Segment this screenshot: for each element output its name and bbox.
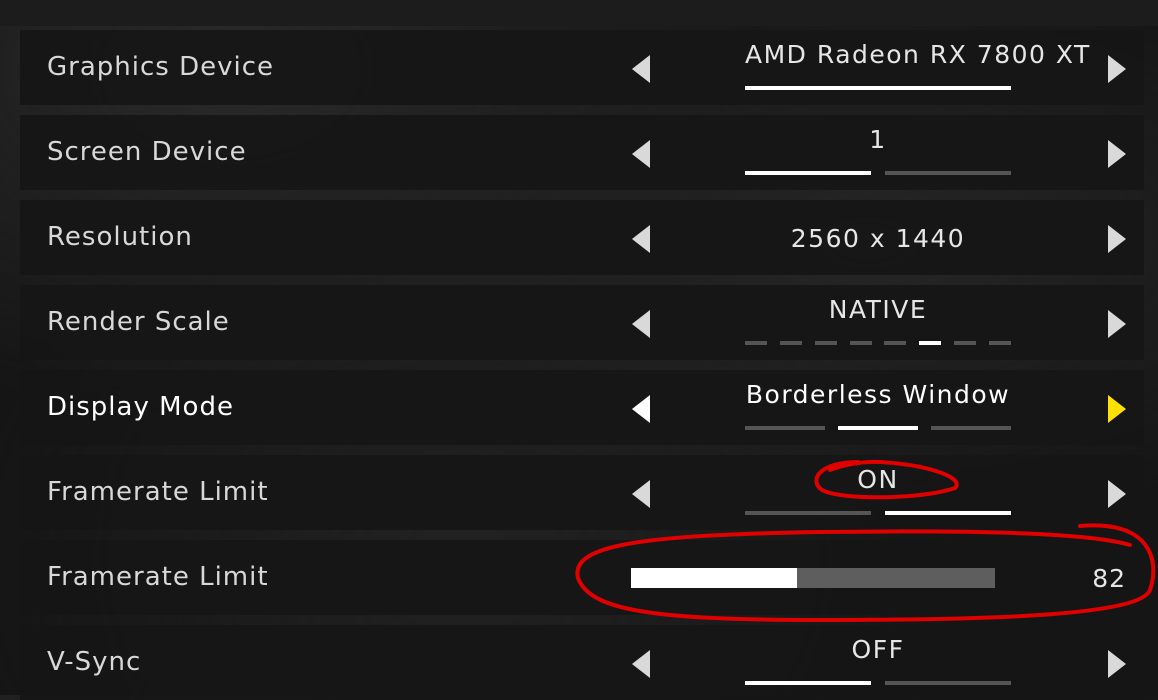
- setting-label: Graphics Device: [47, 52, 274, 82]
- setting-label: Screen Device: [47, 137, 247, 167]
- arrow-left-icon[interactable]: [632, 140, 650, 168]
- arrow-right-icon[interactable]: [1108, 310, 1126, 338]
- setting-value: 2560 x 1440: [790, 224, 966, 253]
- indicator-segment: [838, 426, 918, 430]
- indicator-segment: [745, 681, 871, 685]
- setting-value: ON: [857, 465, 899, 494]
- setting-row-render-scale[interactable]: Render Scale NATIVE: [20, 285, 1144, 360]
- option-indicator: [745, 511, 1011, 515]
- indicator-segment: [988, 341, 1011, 345]
- setting-row-display-mode[interactable]: Display Mode Borderless Window: [20, 370, 1144, 445]
- indicator-segment: [745, 341, 767, 345]
- option-indicator: [745, 681, 1011, 685]
- setting-label: Render Scale: [47, 307, 230, 337]
- indicator-segment: [745, 426, 825, 430]
- setting-value: 1: [869, 125, 887, 154]
- setting-row-v-sync[interactable]: V-Sync OFF: [20, 625, 1144, 700]
- indicator-segment: [884, 341, 907, 345]
- arrow-left-icon[interactable]: [632, 310, 650, 338]
- arrow-right-icon[interactable]: [1108, 395, 1126, 423]
- indicator-segment: [885, 171, 1011, 175]
- setting-label: Resolution: [47, 222, 193, 252]
- setting-label: Display Mode: [47, 392, 234, 422]
- setting-label: Framerate Limit: [47, 562, 269, 592]
- slider-fill: [631, 568, 797, 588]
- setting-row-framerate-limit-toggle[interactable]: Framerate Limit ON: [20, 455, 1144, 530]
- indicator-segment: [919, 341, 942, 345]
- arrow-right-icon[interactable]: [1108, 55, 1126, 83]
- setting-value: OFF: [851, 635, 905, 664]
- setting-value: Borderless Window: [745, 380, 1011, 409]
- setting-row-graphics-device[interactable]: Graphics Device AMD Radeon RX 7800 XT: [20, 30, 1144, 105]
- arrow-left-icon[interactable]: [632, 650, 650, 678]
- arrow-right-icon[interactable]: [1108, 480, 1126, 508]
- arrow-right-icon[interactable]: [1108, 650, 1126, 678]
- setting-row-resolution[interactable]: Resolution 2560 x 1440: [20, 200, 1144, 275]
- setting-label: V-Sync: [47, 647, 142, 677]
- indicator-segment: [745, 86, 1011, 90]
- setting-row-framerate-limit-slider[interactable]: Framerate Limit 82: [20, 540, 1144, 615]
- indicator-segment: [885, 511, 1011, 515]
- arrow-left-icon[interactable]: [632, 55, 650, 83]
- indicator-segment: [885, 681, 1011, 685]
- indicator-segment: [745, 511, 871, 515]
- arrow-left-icon[interactable]: [632, 480, 650, 508]
- indicator-segment: [745, 171, 871, 175]
- indicator-segment: [931, 426, 1011, 430]
- indicator-segment: [849, 341, 872, 345]
- setting-value: NATIVE: [828, 295, 928, 324]
- indicator-segment: [779, 341, 802, 345]
- option-indicator: [745, 86, 1011, 90]
- option-indicator: [745, 426, 1011, 430]
- arrow-right-icon[interactable]: [1108, 140, 1126, 168]
- setting-label: Framerate Limit: [47, 477, 269, 507]
- arrow-left-icon[interactable]: [632, 395, 650, 423]
- arrow-right-icon[interactable]: [1108, 225, 1126, 253]
- top-strip: [0, 0, 1158, 26]
- option-indicator: [745, 341, 1011, 345]
- setting-value: AMD Radeon RX 7800 XT: [745, 40, 1091, 69]
- setting-row-screen-device[interactable]: Screen Device 1: [20, 115, 1144, 190]
- framerate-slider[interactable]: [631, 568, 995, 588]
- arrow-left-icon[interactable]: [632, 225, 650, 253]
- option-indicator: [745, 171, 1011, 175]
- indicator-segment: [814, 341, 837, 345]
- indicator-segment: [954, 341, 977, 345]
- slider-value: 82: [1092, 564, 1126, 593]
